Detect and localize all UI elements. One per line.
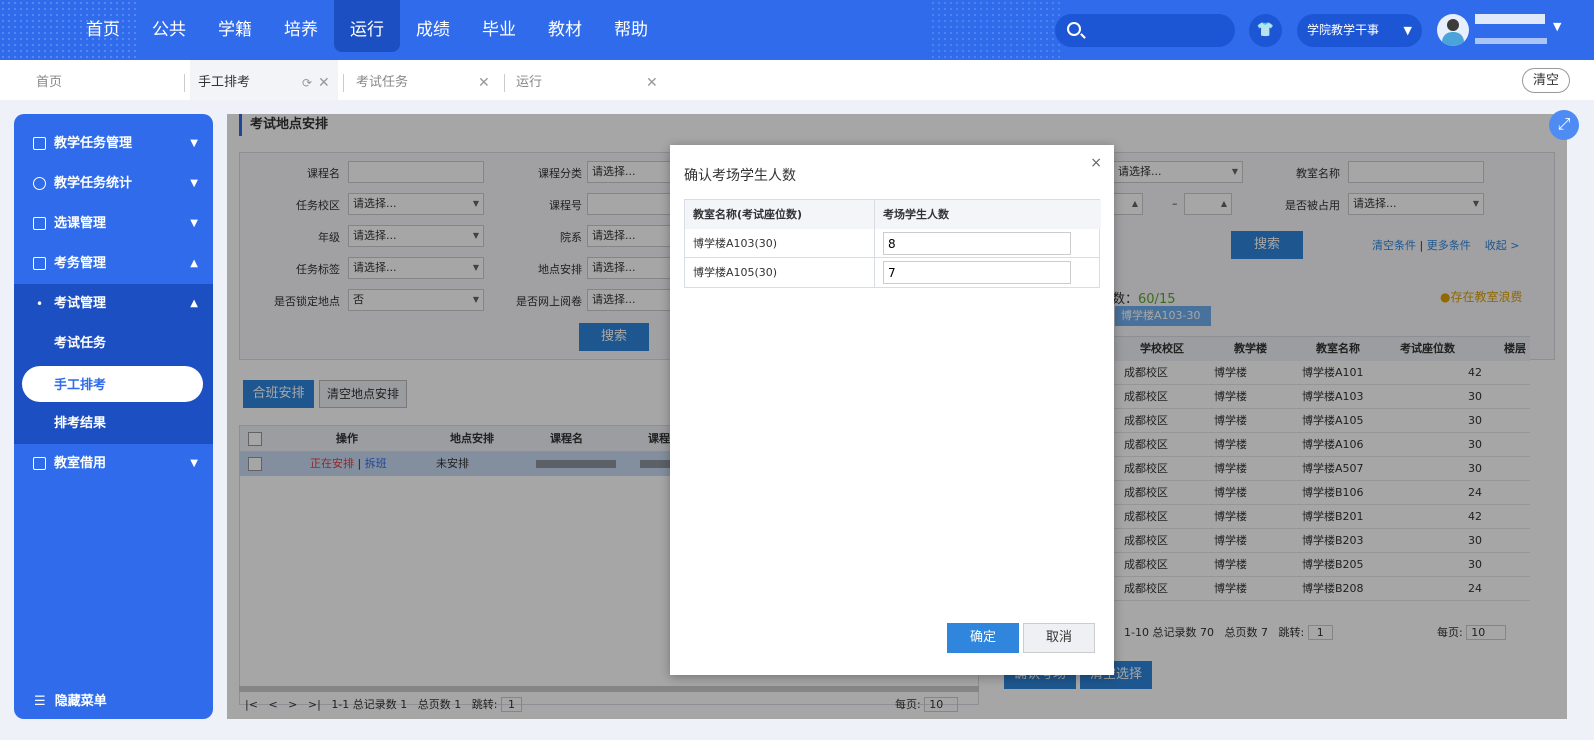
close-icon[interactable]: ×	[1090, 155, 1102, 171]
search-icon	[1067, 22, 1081, 36]
main-menu: 首页 公共 学籍 培养 运行 成绩 毕业 教材 帮助	[70, 0, 664, 60]
sidebar-item-exam-mgmt[interactable]: • 考试管理 ▲	[14, 284, 213, 324]
room-name: 博学楼A103(30)	[685, 229, 875, 258]
sidebar-item-label: 选课管理	[54, 216, 107, 231]
active-pill: 手工排考	[22, 366, 203, 402]
student-count-input[interactable]	[883, 261, 1071, 284]
tab-label: 考试任务	[356, 75, 409, 90]
menu-item-home[interactable]: 首页	[70, 0, 136, 52]
menu-item-help[interactable]: 帮助	[598, 0, 664, 52]
dialog-title: 确认考场学生人数	[684, 168, 796, 184]
column-header: 考场学生人数	[875, 200, 1101, 229]
sidebar-item-label: 考试管理	[54, 296, 107, 311]
bullet-dot: •	[36, 297, 44, 311]
list-icon	[33, 137, 46, 150]
sidebar-item-manual-exam[interactable]: 手工排考	[14, 364, 213, 404]
sidebar-item-label: 教室借用	[54, 456, 107, 471]
ok-button[interactable]: 确定	[947, 623, 1019, 653]
chevron-down-icon: ▼	[190, 218, 198, 229]
menu-icon: ☰	[34, 694, 46, 709]
sidebar-item-label: 教学任务管理	[54, 136, 133, 151]
top-navbar: 首页 公共 学籍 培养 运行 成绩 毕业 教材 帮助 👕 学院教学干事 ▼ ▼	[0, 0, 1594, 60]
close-icon[interactable]: ✕	[318, 60, 330, 106]
tab-label: 手工排考	[198, 75, 251, 90]
menu-item-public[interactable]: 公共	[136, 0, 202, 52]
role-select[interactable]: 学院教学干事 ▼	[1297, 14, 1422, 47]
sidebar-item-label: 排考结果	[54, 416, 107, 431]
divider	[184, 74, 185, 92]
menu-item-training[interactable]: 培养	[268, 0, 334, 52]
clear-tabs-button[interactable]: 清空	[1522, 68, 1570, 93]
expand-icon[interactable]: ⤢	[1549, 110, 1579, 140]
column-header: 教室名称(考试座位数)	[685, 200, 875, 229]
student-count-input[interactable]	[883, 232, 1071, 255]
sidebar-item-label: 手工排考	[54, 378, 107, 393]
chevron-down-icon[interactable]: ▼	[1553, 20, 1561, 33]
monitor-icon	[33, 257, 46, 270]
table-row: 博学楼A105(30)	[685, 258, 1099, 287]
count-cell	[875, 258, 1101, 287]
chevron-down-icon: ▼	[1403, 24, 1412, 37]
sidebar-item-teaching-task-stats[interactable]: 教学任务统计 ▼	[14, 164, 213, 204]
cancel-button[interactable]: 取消	[1023, 623, 1095, 653]
tab-label: 运行	[516, 75, 543, 90]
tab-home[interactable]: 首页	[36, 60, 62, 100]
door-icon	[33, 457, 46, 470]
count-cell	[875, 229, 1101, 258]
close-icon[interactable]: ✕	[646, 60, 658, 106]
search-input[interactable]	[1055, 14, 1235, 47]
sidebar-item-exam-tasks[interactable]: 考试任务	[14, 324, 213, 364]
divider	[343, 74, 344, 92]
menu-item-enrollment[interactable]: 学籍	[202, 0, 268, 52]
tab-exam-tasks[interactable]: 考试任务 ✕	[356, 60, 496, 100]
sidebar-item-course-selection[interactable]: 选课管理 ▼	[14, 204, 213, 244]
chevron-up-icon: ▲	[190, 298, 198, 309]
table-row: 博学楼A103(30)	[685, 229, 1099, 258]
shirt-icon[interactable]: 👕	[1249, 14, 1282, 47]
sidebar-item-teaching-task-mgmt[interactable]: 教学任务管理 ▼	[14, 124, 213, 164]
user-id-redacted	[1475, 38, 1547, 44]
chevron-down-icon: ▼	[190, 458, 198, 469]
chevron-down-icon: ▼	[190, 138, 198, 149]
menu-item-operation[interactable]: 运行	[334, 0, 400, 52]
sidebar-item-exam-results[interactable]: 排考结果	[14, 404, 213, 444]
hide-menu-button[interactable]: ☰ 隐藏菜单	[34, 690, 107, 709]
room-name: 博学楼A105(30)	[685, 258, 875, 287]
hide-menu-label: 隐藏菜单	[54, 694, 107, 709]
tab-manual-exam[interactable]: 手工排考 ⟳ ✕	[190, 60, 338, 100]
shield-icon	[33, 177, 46, 190]
room-count-table: 教室名称(考试座位数) 考场学生人数 博学楼A103(30) 博学楼A105(3…	[684, 199, 1101, 288]
user-name-redacted	[1475, 14, 1545, 24]
divider	[504, 74, 505, 92]
form-icon	[33, 217, 46, 230]
chevron-up-icon: ▲	[190, 258, 198, 269]
sidebar-item-label: 教学任务统计	[54, 176, 133, 191]
tab-bar: 首页 手工排考 ⟳ ✕ 考试任务 ✕ 运行 ✕	[0, 60, 1594, 100]
menu-item-textbooks[interactable]: 教材	[532, 0, 598, 52]
table-header-row: 教室名称(考试座位数) 考场学生人数	[685, 200, 1101, 229]
sidebar-item-label: 考试任务	[54, 336, 107, 351]
close-icon[interactable]: ✕	[478, 60, 490, 106]
sidebar: 教学任务管理 ▼ 教学任务统计 ▼ 选课管理 ▼ 考务管理 ▲ • 考试管理 ▲ 考试任务 …	[14, 114, 213, 719]
menu-item-grades[interactable]: 成绩	[400, 0, 466, 52]
menu-item-graduation[interactable]: 毕业	[466, 0, 532, 52]
chevron-down-icon: ▼	[190, 178, 198, 189]
sidebar-item-exam-affairs[interactable]: 考务管理 ▲	[14, 244, 213, 284]
avatar[interactable]	[1437, 14, 1469, 46]
sidebar-item-label: 考务管理	[54, 256, 107, 271]
confirm-count-dialog: 确认考场学生人数 × 教室名称(考试座位数) 考场学生人数 博学楼A103(30…	[670, 145, 1114, 675]
refresh-icon[interactable]: ⟳	[302, 60, 312, 106]
tab-operation[interactable]: 运行 ✕	[516, 60, 664, 100]
sidebar-item-classroom-borrow[interactable]: 教室借用 ▼	[14, 444, 213, 484]
dot-pattern	[930, 0, 1060, 60]
role-label: 学院教学干事	[1307, 23, 1380, 37]
